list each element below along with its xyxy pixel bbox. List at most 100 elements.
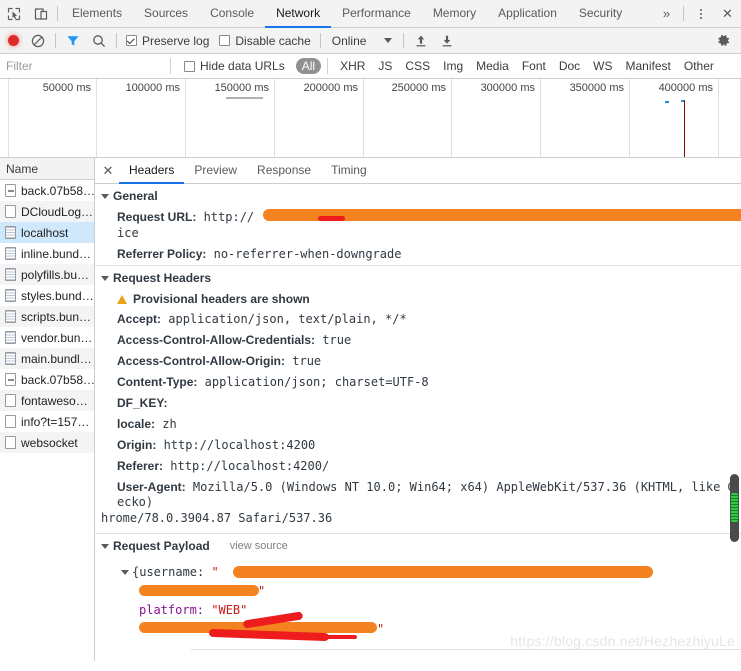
kebab-menu-icon[interactable] (687, 0, 714, 27)
warning-triangle-icon (117, 294, 127, 304)
header-row-df-key: DF_KEY: (95, 393, 741, 414)
view-source-link[interactable]: view source (230, 540, 288, 552)
request-row-2-selected[interactable]: localhost (0, 222, 94, 243)
overview-gridlines: 50000 ms 100000 ms 150000 ms 200000 ms 2… (0, 79, 741, 157)
more-tabs-chevron-icon[interactable]: » (653, 0, 680, 27)
referrer-policy-key: Referrer Policy: (117, 247, 207, 261)
chevron-down-icon (384, 38, 393, 43)
header-row-origin: Origin: http://localhost:4200 (95, 435, 741, 456)
request-row-3[interactable]: inline.bund… (0, 243, 94, 264)
caret-down-icon[interactable] (101, 543, 109, 549)
devtools-tabbar: Elements Sources Console Network Perform… (0, 0, 741, 28)
header-row-user-agent: User-Agent: Mozilla/5.0 (Windows NT 10.0… (95, 477, 741, 510)
text-file-icon (5, 289, 16, 302)
request-headers-section-title: Request Headers (113, 271, 212, 285)
overview-cell-start (0, 79, 9, 157)
tab-network[interactable]: Network (265, 0, 332, 28)
tab-application[interactable]: Application (487, 0, 568, 28)
record-button[interactable] (2, 28, 25, 54)
filter-type-xhr[interactable]: XHR (334, 58, 371, 74)
overview-tick-7: 350000 ms (569, 82, 624, 94)
import-har-icon[interactable] (408, 28, 434, 54)
filter-type-all[interactable]: All (295, 58, 322, 74)
network-overview-timeline[interactable]: 50000 ms 100000 ms 150000 ms 200000 ms 2… (0, 79, 741, 158)
redaction-mark-line-3-red-c (269, 635, 357, 639)
inspect-element-icon[interactable] (0, 0, 27, 27)
filter-input[interactable] (0, 53, 170, 79)
request-row-1[interactable]: DCloudLog… (0, 201, 94, 222)
tab-response[interactable]: Response (247, 158, 321, 184)
clear-button[interactable] (25, 28, 51, 54)
header-value: true (322, 333, 352, 347)
request-list-column-header: Name (0, 158, 94, 180)
detail-vertical-scrollbar[interactable] (730, 474, 739, 542)
request-row-0[interactable]: back.07b58… (0, 180, 94, 201)
hide-data-urls-checkbox[interactable]: Hide data URLs (179, 59, 290, 73)
header-key: Accept: (117, 312, 162, 326)
filter-type-manifest[interactable]: Manifest (620, 58, 677, 74)
request-url-row: Request URL: http:// (95, 207, 741, 225)
tab-timing[interactable]: Timing (321, 158, 377, 184)
tab-headers[interactable]: Headers (119, 158, 185, 184)
disable-cache-checkbox[interactable]: Disable cache (214, 34, 315, 48)
request-row-5[interactable]: styles.bund… (0, 285, 94, 306)
request-row-10[interactable]: fontaweso… (0, 390, 94, 411)
export-har-icon[interactable] (434, 28, 460, 54)
request-row-8[interactable]: main.bundl… (0, 348, 94, 369)
request-row-12[interactable]: websocket (0, 432, 94, 453)
close-icon[interactable]: ✕ (714, 0, 741, 27)
request-row-6[interactable]: scripts.bun… (0, 306, 94, 327)
tab-security[interactable]: Security (568, 0, 633, 28)
header-value: application/json, text/plain, */* (168, 312, 407, 326)
settings-button[interactable] (716, 33, 739, 48)
tab-elements[interactable]: Elements (61, 0, 133, 28)
overview-tick-3: 150000 ms (214, 82, 269, 94)
controls-divider-2 (116, 33, 117, 48)
filter-type-img[interactable]: Img (437, 58, 469, 74)
filter-type-ws[interactable]: WS (587, 58, 618, 74)
request-row-7[interactable]: vendor.bun… (0, 327, 94, 348)
filter-type-font[interactable]: Font (516, 58, 552, 74)
payload-caret-down-icon[interactable] (121, 570, 129, 575)
network-throttle-select[interactable]: Online (325, 34, 400, 48)
payload-line-0-prefix: {username: (132, 565, 212, 579)
overview-cell-6: 300000 ms (452, 79, 541, 157)
tab-sources[interactable]: Sources (133, 0, 199, 28)
disable-cache-box-icon (219, 35, 231, 46)
preserve-log-checkbox[interactable]: Preserve log (121, 34, 214, 48)
filter-type-other[interactable]: Other (678, 58, 720, 74)
overview-tick-1: 50000 ms (42, 82, 91, 94)
caret-down-icon[interactable] (101, 275, 109, 281)
request-row-9[interactable]: back.07b58… (0, 369, 94, 390)
header-row-acao: Access-Control-Allow-Origin: true (95, 351, 741, 372)
request-name: DCloudLog… (21, 204, 94, 219)
filter-type-css[interactable]: CSS (399, 58, 436, 74)
document-file-icon (5, 415, 16, 428)
request-row-4[interactable]: polyfills.bu… (0, 264, 94, 285)
filter-type-js[interactable]: JS (372, 58, 398, 74)
headers-content[interactable]: General Request URL: http:// ice Referre… (95, 184, 741, 661)
device-toolbar-icon[interactable] (27, 0, 54, 27)
general-section-header[interactable]: General (95, 184, 741, 207)
payload-line-0: {username: "} (121, 563, 741, 582)
filter-type-doc[interactable]: Doc (553, 58, 586, 74)
request-payload-section-header[interactable]: Request Payload view source (95, 533, 741, 557)
redaction-mark-username (233, 566, 653, 578)
request-name: back.07b58… (21, 183, 94, 198)
overview-tick-4: 200000 ms (303, 82, 358, 94)
tab-performance[interactable]: Performance (331, 0, 422, 28)
tab-preview[interactable]: Preview (184, 158, 247, 184)
filter-funnel-icon[interactable] (60, 28, 86, 54)
tab-console[interactable]: Console (199, 0, 265, 28)
scrollbar-stripes (731, 493, 738, 522)
detail-close-icon[interactable]: ✕ (97, 158, 119, 183)
filter-type-media[interactable]: Media (470, 58, 515, 74)
caret-down-icon[interactable] (101, 193, 109, 199)
search-icon[interactable] (86, 28, 112, 54)
header-key: DF_KEY: (117, 396, 168, 410)
tabbar-divider-2 (683, 6, 684, 21)
request-row-11[interactable]: info?t=157… (0, 411, 94, 432)
tab-memory[interactable]: Memory (422, 0, 487, 28)
payload-line-2-platform: platform: "WEB" (121, 601, 735, 620)
request-headers-section-header[interactable]: Request Headers (95, 265, 741, 289)
